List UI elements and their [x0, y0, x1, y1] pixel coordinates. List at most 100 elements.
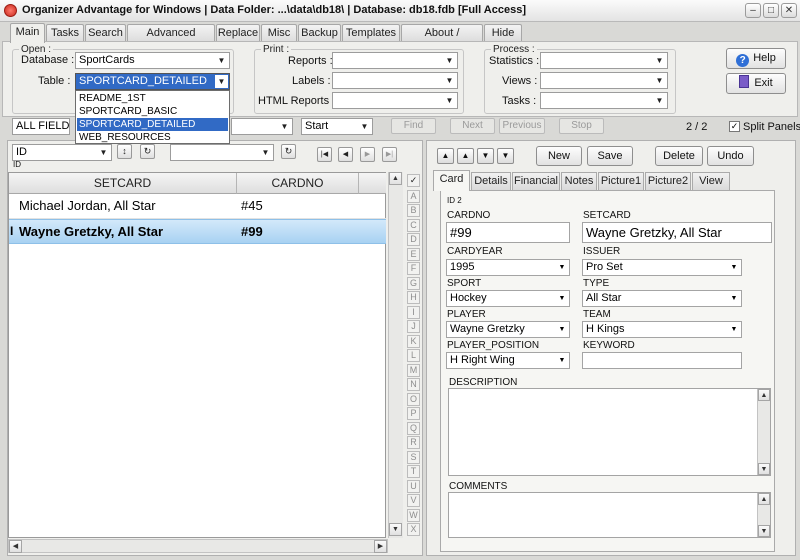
scroll-down-icon[interactable]: ▼ — [758, 463, 770, 475]
refresh-filter-icon[interactable]: ↻ — [281, 144, 296, 159]
find-stop-button[interactable]: Stop — [559, 118, 604, 134]
alpha-index-j[interactable]: J — [407, 320, 420, 333]
alpha-index-l[interactable]: L — [407, 349, 420, 362]
alpha-index-m[interactable]: M — [407, 364, 420, 377]
tab-replace[interactable]: Replace — [216, 24, 260, 42]
tab-search[interactable]: Search — [85, 24, 126, 42]
scroll-up-icon[interactable]: ▲ — [758, 493, 770, 505]
find-button[interactable]: Find — [391, 118, 436, 134]
alpha-index-s[interactable]: S — [407, 451, 420, 464]
split-panels-checkbox[interactable]: ✓ — [729, 121, 740, 132]
alpha-index-i[interactable]: I — [407, 306, 420, 319]
description-scrollbar[interactable]: ▲ ▼ — [757, 389, 770, 475]
type-select[interactable]: All Star ▼ — [582, 290, 742, 307]
table-option-sportcard-basic[interactable]: SPORTCARD_BASIC — [77, 105, 228, 118]
tab-advanced-search[interactable]: Advanced Search — [127, 24, 215, 55]
alpha-index-t[interactable]: T — [407, 465, 420, 478]
table-option-readme-1st[interactable]: README_1ST — [77, 92, 228, 105]
alpha-index-c[interactable]: C — [407, 219, 420, 232]
new-button[interactable]: New — [536, 146, 582, 166]
alpha-index-v[interactable]: V — [407, 494, 420, 507]
column-header-cardno[interactable]: CARDNO — [237, 173, 359, 194]
player-position-select[interactable]: H Right Wing ▼ — [446, 352, 570, 369]
sort-field-select[interactable]: ID ▼ — [12, 144, 112, 161]
tab-financial[interactable]: Financial — [512, 172, 560, 190]
alpha-index-p[interactable]: P — [407, 407, 420, 420]
filter-value-select[interactable]: ▼ — [170, 144, 274, 161]
find-next-button[interactable]: Next — [450, 118, 495, 134]
scroll-down-icon[interactable]: ▼ — [758, 525, 770, 537]
refresh-icon[interactable]: ↻ — [140, 144, 155, 159]
grid-vertical-scrollbar[interactable]: ▲ ▼ — [388, 172, 403, 538]
setcard-field[interactable]: Wayne Gretzky, All Star — [582, 222, 772, 243]
column-header-setcard[interactable]: SETCARD — [9, 173, 237, 194]
tab-about-upgrade[interactable]: About / Upgrade — [401, 24, 483, 55]
tab-templates[interactable]: Templates — [342, 24, 400, 42]
prev-record-icon[interactable]: ◀ — [338, 147, 353, 162]
previous-record-button[interactable]: ▲ — [457, 148, 474, 164]
team-select[interactable]: H Kings ▼ — [582, 321, 742, 338]
alpha-index-g[interactable]: G — [407, 277, 420, 290]
scroll-down-icon[interactable]: ▼ — [389, 523, 402, 536]
issuer-select[interactable]: Pro Set ▼ — [582, 259, 742, 276]
find-mode-select[interactable]: Start ▼ — [301, 118, 373, 135]
views-select[interactable]: ▼ — [540, 72, 668, 89]
table-row[interactable]: Michael Jordan, All Star #45 — [9, 194, 386, 219]
next-record-icon[interactable]: ▶ — [360, 147, 375, 162]
alpha-index-k[interactable]: K — [407, 335, 420, 348]
player-select[interactable]: Wayne Gretzky ▼ — [446, 321, 570, 338]
tab-card[interactable]: Card — [433, 170, 470, 191]
find-field-select[interactable]: ALL FIELDS — [12, 118, 70, 135]
tasks-select[interactable]: ▼ — [540, 92, 668, 109]
alpha-index-f[interactable]: F — [407, 262, 420, 275]
tab-misc[interactable]: Misc — [261, 24, 297, 42]
find-previous-button[interactable]: Previous — [499, 118, 545, 134]
html-reports-select[interactable]: ▼ — [332, 92, 458, 109]
statistics-select[interactable]: ▼ — [540, 52, 668, 69]
save-button[interactable]: Save — [587, 146, 633, 166]
scroll-up-icon[interactable]: ▲ — [758, 389, 770, 401]
last-record-icon[interactable]: ▶| — [382, 147, 397, 162]
alpha-index-r[interactable]: R — [407, 436, 420, 449]
cardno-field[interactable]: #99 — [446, 222, 570, 243]
tab-picture2[interactable]: Picture2 — [645, 172, 691, 190]
close-button[interactable]: ✕ — [781, 3, 797, 18]
scroll-left-icon[interactable]: ◀ — [9, 540, 22, 553]
tab-tasks[interactable]: Tasks — [46, 24, 84, 42]
alpha-index-u[interactable]: U — [407, 480, 420, 493]
grid-horizontal-scrollbar[interactable]: ◀ ▶ — [8, 539, 388, 553]
scroll-up-icon[interactable]: ▲ — [389, 172, 402, 185]
tab-picture1[interactable]: Picture1 — [598, 172, 644, 190]
alpha-index-b[interactable]: B — [407, 204, 420, 217]
alpha-index-q[interactable]: Q — [407, 422, 420, 435]
comments-scrollbar[interactable]: ▲ ▼ — [757, 493, 770, 537]
alpha-index-a[interactable]: A — [407, 190, 420, 203]
description-textarea[interactable]: ▲ ▼ — [448, 388, 771, 476]
table-option-sportcard-detailed[interactable]: SPORTCARD_DETAILED — [77, 118, 228, 131]
keyword-field[interactable] — [582, 352, 742, 369]
maximize-button[interactable]: □ — [763, 3, 779, 18]
cardyear-select[interactable]: 1995 ▼ — [446, 259, 570, 276]
tab-view[interactable]: View — [692, 172, 730, 190]
alpha-index-x[interactable]: X — [407, 523, 420, 536]
labels-select[interactable]: ▼ — [332, 72, 458, 89]
first-record-button[interactable]: ▲ — [437, 148, 454, 164]
last-record-button[interactable]: ▼ — [497, 148, 514, 164]
sport-select[interactable]: Hockey ▼ — [446, 290, 570, 307]
exit-button[interactable]: Exit — [726, 73, 786, 94]
table-row[interactable]: I Wayne Gretzky, All Star #99 — [9, 219, 386, 244]
tab-backup[interactable]: Backup — [298, 24, 341, 42]
delete-button[interactable]: Delete — [655, 146, 703, 166]
sort-order-button[interactable]: ↕ — [117, 144, 132, 159]
table-select[interactable]: SPORTCARD_DETAILED ▼ — [75, 73, 230, 90]
minimize-button[interactable]: – — [745, 3, 761, 18]
alpha-index-h[interactable]: H — [407, 291, 420, 304]
tab-notes[interactable]: Notes — [561, 172, 597, 190]
find-text-input[interactable]: ▼ — [231, 118, 293, 135]
alpha-index-w[interactable]: W — [407, 509, 420, 522]
alpha-index-d[interactable]: D — [407, 233, 420, 246]
next-record-button[interactable]: ▼ — [477, 148, 494, 164]
help-button[interactable]: ? Help — [726, 48, 786, 69]
undo-button[interactable]: Undo — [707, 146, 754, 166]
alpha-check-toggle[interactable]: ✓ — [407, 174, 420, 187]
